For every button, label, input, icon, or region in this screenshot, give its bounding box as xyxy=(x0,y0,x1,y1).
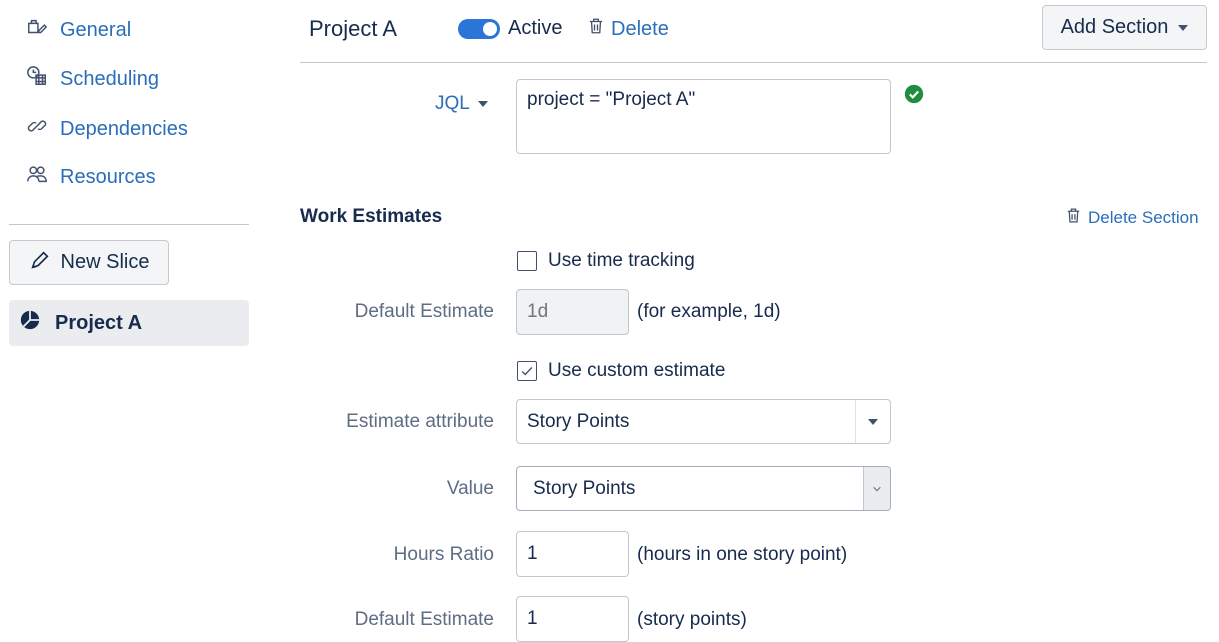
pie-chart-icon xyxy=(19,309,41,337)
chevron-down-icon xyxy=(1178,24,1189,31)
sidebar-item-label: Dependencies xyxy=(60,117,188,140)
delete-slice-link[interactable]: Delete xyxy=(587,17,669,41)
hours-ratio-input[interactable] xyxy=(516,531,629,577)
valid-check-icon xyxy=(904,84,924,110)
trash-icon xyxy=(587,17,605,41)
dropdown-toggle[interactable] xyxy=(863,467,890,510)
default-estimate-time-input[interactable] xyxy=(516,289,629,335)
active-label: Active xyxy=(508,17,563,39)
chevron-down-icon xyxy=(868,418,878,425)
active-toggle-group[interactable]: Active xyxy=(458,17,562,40)
add-section-button[interactable]: Add Section xyxy=(1042,5,1207,50)
chevron-down-icon xyxy=(873,486,881,491)
delete-section-link[interactable]: Delete Section xyxy=(1065,207,1199,229)
sidebar-item-resources[interactable]: Resources xyxy=(26,163,156,191)
value-select-value: Story Points xyxy=(533,477,636,499)
hours-ratio-hint: (hours in one story point) xyxy=(637,544,848,565)
default-estimate-time-hint: (for example, 1d) xyxy=(637,301,781,322)
slice-item-project-a[interactable]: Project A xyxy=(9,300,249,346)
default-estimate-time-label: Default Estimate xyxy=(354,301,494,322)
use-custom-estimate-checkbox-row[interactable]: Use custom estimate xyxy=(517,360,725,382)
default-estimate-points-input[interactable] xyxy=(516,596,629,642)
jql-dropdown[interactable]: JQL xyxy=(435,93,488,115)
new-slice-button[interactable]: New Slice xyxy=(9,240,169,285)
section-title: Work Estimates xyxy=(300,206,443,227)
jql-label: JQL xyxy=(435,93,470,114)
people-icon xyxy=(26,163,48,191)
chevron-down-icon xyxy=(477,101,488,107)
use-time-tracking-checkbox-row[interactable]: Use time tracking xyxy=(517,250,695,272)
page-title: Project A xyxy=(309,16,398,41)
jql-input[interactable] xyxy=(516,79,891,154)
settings-pencil-icon xyxy=(26,16,48,44)
sidebar-item-label: General xyxy=(60,18,132,41)
sidebar-item-scheduling[interactable]: Scheduling xyxy=(26,65,159,93)
sidebar-item-dependencies[interactable]: Dependencies xyxy=(26,115,188,143)
sidebar: General Scheduling Dependencies Resource… xyxy=(0,0,260,637)
value-select[interactable]: Story Points xyxy=(516,466,891,511)
sidebar-item-label: Scheduling xyxy=(60,67,159,90)
link-icon xyxy=(26,115,48,143)
sidebar-divider xyxy=(9,224,249,225)
hours-ratio-label: Hours Ratio xyxy=(393,544,494,565)
calendar-clock-icon xyxy=(26,65,48,93)
delete-section-label: Delete Section xyxy=(1088,208,1199,227)
estimate-attribute-select[interactable]: Story Points xyxy=(516,399,891,444)
trash-icon xyxy=(1065,207,1082,229)
use-custom-estimate-label: Use custom estimate xyxy=(548,360,726,381)
header-divider xyxy=(300,62,1207,63)
sidebar-item-label: Resources xyxy=(60,165,156,188)
add-section-label: Add Section xyxy=(1060,16,1169,38)
use-time-tracking-checkbox[interactable] xyxy=(517,251,537,271)
delete-label: Delete xyxy=(611,17,669,40)
estimate-attribute-value: Story Points xyxy=(527,410,630,432)
default-estimate-points-hint: (story points) xyxy=(637,609,747,630)
new-slice-label: New Slice xyxy=(60,251,150,273)
pencil-icon xyxy=(29,249,51,277)
sidebar-item-general[interactable]: General xyxy=(26,16,131,44)
checkmark-icon xyxy=(521,367,533,376)
default-estimate-points-label: Default Estimate xyxy=(354,609,494,630)
active-toggle[interactable] xyxy=(458,18,500,39)
toggle-knob xyxy=(483,21,497,36)
value-label: Value xyxy=(446,478,494,499)
use-time-tracking-label: Use time tracking xyxy=(548,250,695,271)
slice-label: Project A xyxy=(55,311,143,334)
dropdown-toggle[interactable] xyxy=(855,400,890,443)
estimate-attribute-label: Estimate attribute xyxy=(346,411,494,432)
use-custom-estimate-checkbox[interactable] xyxy=(517,361,537,381)
